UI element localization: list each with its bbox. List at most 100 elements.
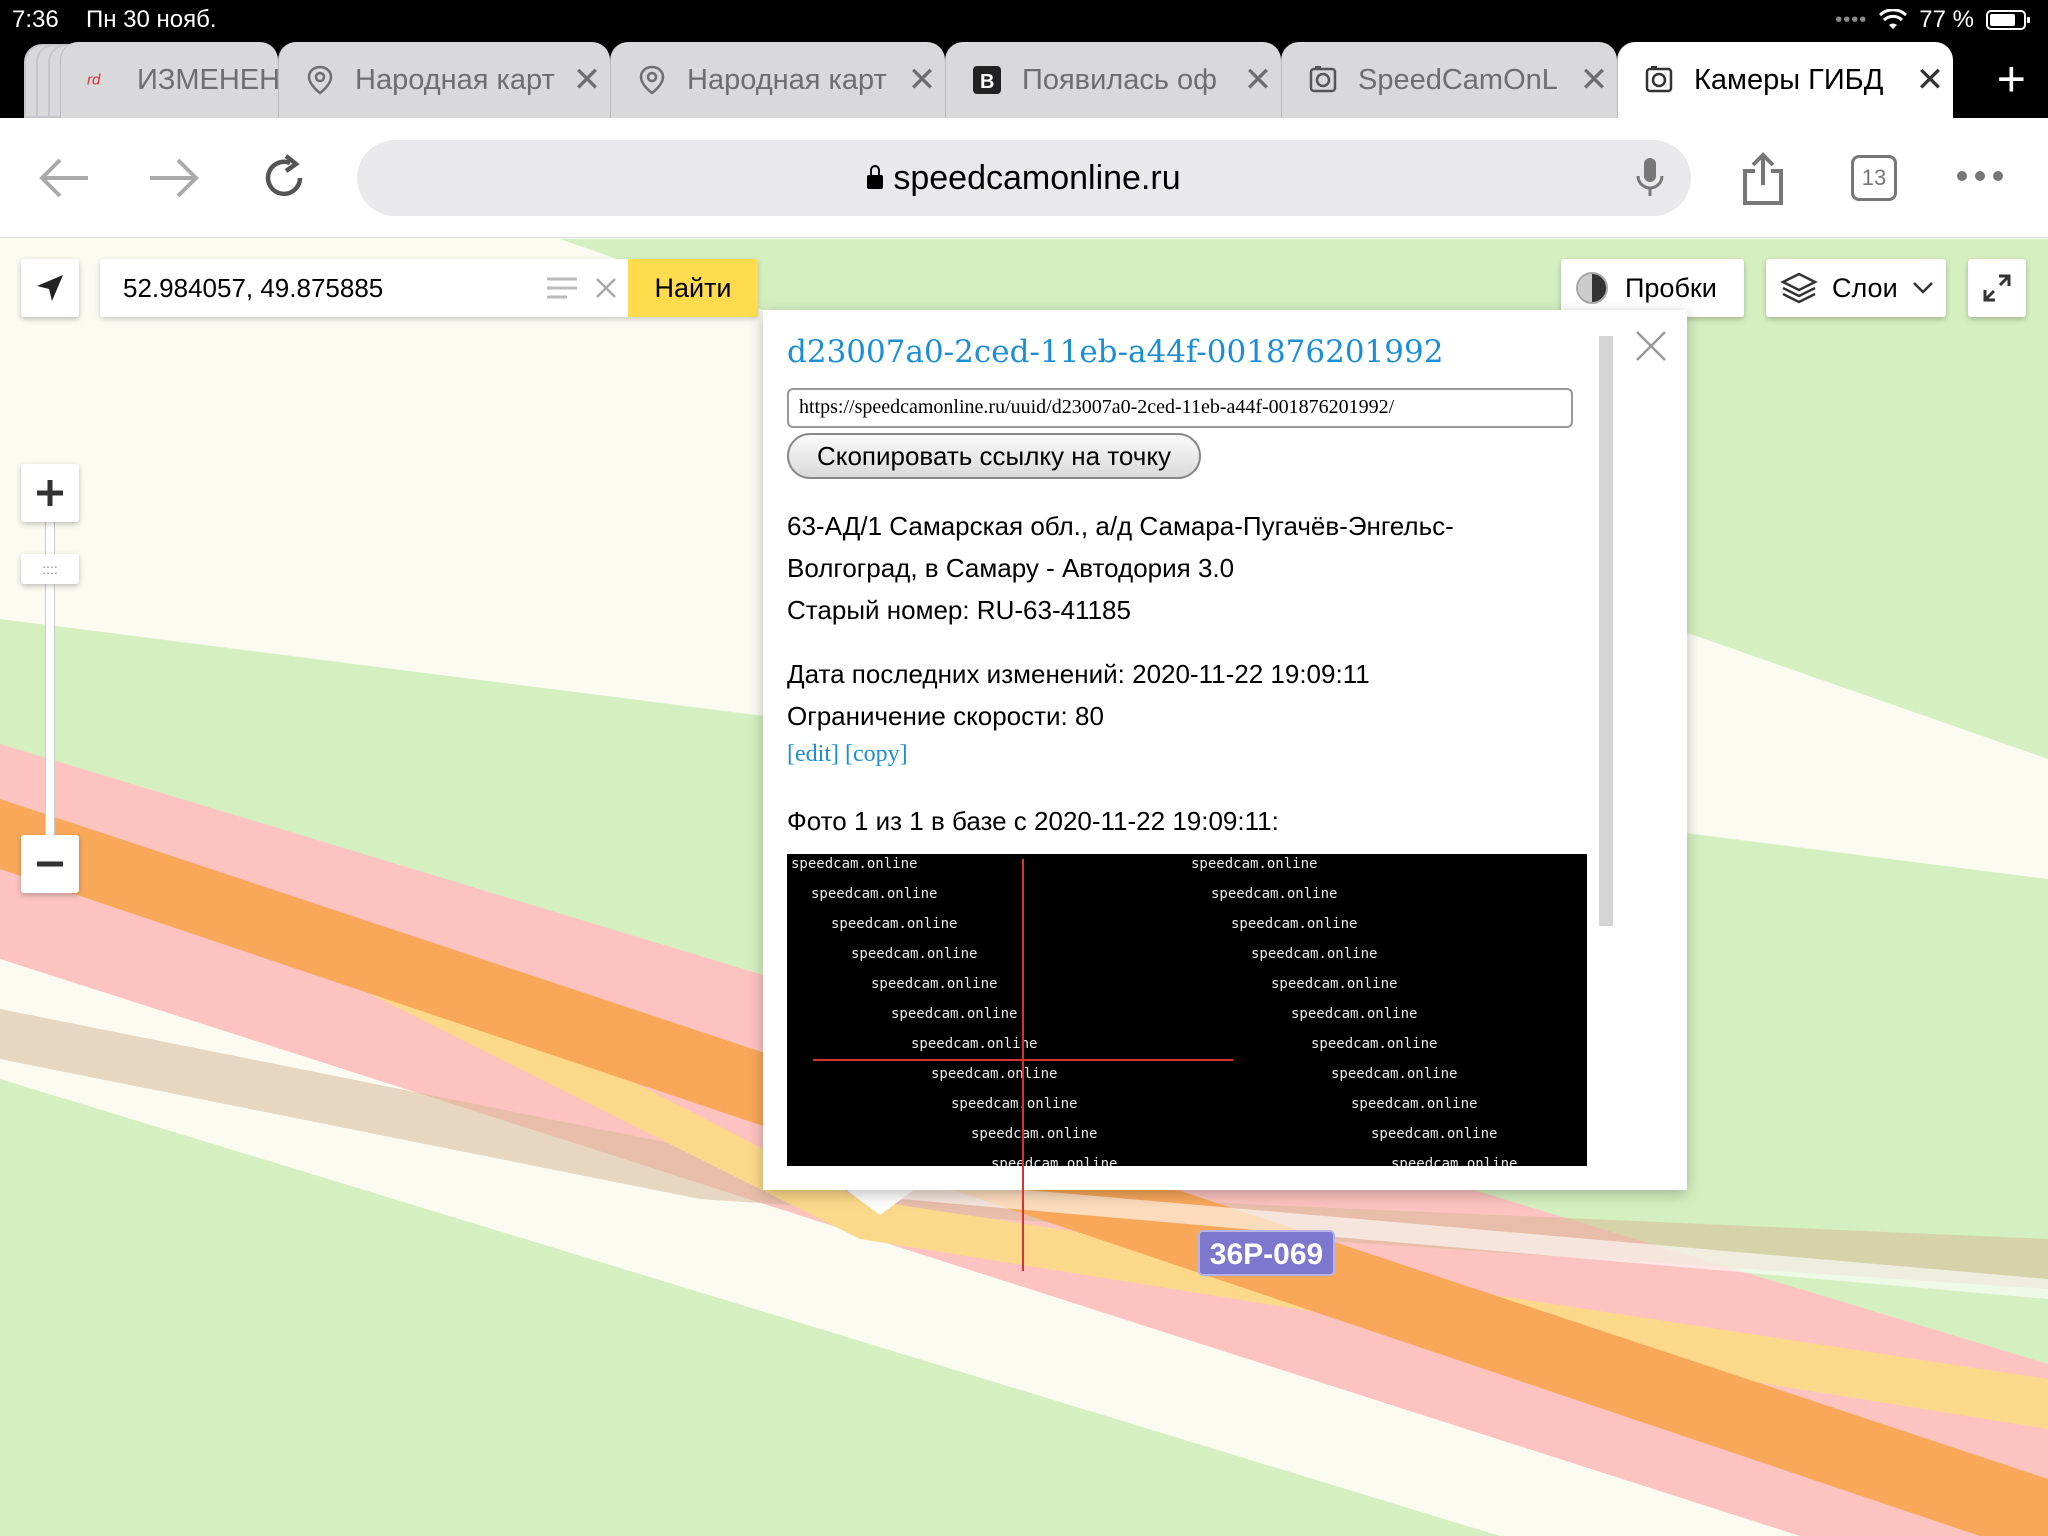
photo-watermark: speedcam.online bbox=[791, 856, 918, 872]
status-date: Пн 30 нояб. bbox=[86, 6, 217, 33]
microphone-icon[interactable] bbox=[1635, 156, 1665, 200]
share-icon bbox=[1743, 152, 1783, 205]
balloon-scrollbar[interactable] bbox=[1599, 336, 1613, 926]
description-line: 63-АД/1 Самарская обл., а/д Самара-Пугач… bbox=[787, 511, 1454, 541]
tab-label: Камеры ГИБД bbox=[1694, 63, 1884, 96]
address-url: speedcamonline.ru bbox=[893, 158, 1181, 197]
camera-url-field[interactable]: https://speedcamonline.ru/uuid/d23007a0-… bbox=[787, 388, 1573, 428]
location-pin-icon bbox=[305, 65, 335, 95]
navigation-bar: speedcamonline.ru 13 bbox=[0, 118, 2048, 238]
more-menu-button[interactable] bbox=[1957, 171, 2003, 181]
rd-logo-icon: rd bbox=[87, 65, 117, 95]
speed-limit: Ограничение скорости: 80 bbox=[787, 701, 1104, 731]
photo-watermark: speedcam.online bbox=[1371, 1126, 1498, 1142]
photo-watermark: speedcam.online bbox=[871, 976, 998, 992]
tab-count-button[interactable]: 13 bbox=[1851, 155, 1897, 201]
tab-label: Появилась оф bbox=[1022, 63, 1217, 96]
camera-details: Дата последних изменений: 2020-11-22 19:… bbox=[787, 653, 1587, 737]
location-arrow-icon bbox=[37, 275, 63, 301]
tab-close-icon[interactable]: ✕ bbox=[1235, 60, 1281, 100]
svg-text:rd: rd bbox=[87, 72, 101, 89]
copy-link-button[interactable]: Скопировать ссылку на точку bbox=[787, 433, 1202, 479]
svg-text:B: B bbox=[980, 71, 994, 93]
crosshair-vertical bbox=[1022, 859, 1024, 1271]
photo-watermark: speedcam.online bbox=[931, 1066, 1058, 1082]
tab-close-icon[interactable]: ✕ bbox=[564, 60, 610, 100]
status-bar: 7:36 Пн 30 нояб. •••• 77 % bbox=[0, 0, 2048, 40]
battery-icon bbox=[1986, 10, 2030, 30]
traffic-icon bbox=[1576, 272, 1608, 304]
search-input[interactable]: 52.984057, 49.875885 bbox=[100, 273, 540, 304]
road-label: 36Р-069 bbox=[1198, 1230, 1335, 1276]
map-area[interactable]: 52.984057, 49.875885 Найти Пробки Слои :… bbox=[0, 239, 2048, 1536]
tab-label: SpeedCamOnL bbox=[1358, 63, 1558, 96]
chevron-down-icon bbox=[1912, 282, 1933, 294]
status-right: •••• 77 % bbox=[1835, 6, 2030, 34]
tab-izmenen[interactable]: rd ИЗМЕНЕН bbox=[60, 42, 278, 118]
tab-kamery-gibdd[interactable]: Камеры ГИБД ✕ bbox=[1617, 42, 1953, 118]
tab-bar: rd ИЗМЕНЕН Народная карт ✕ Народная карт… bbox=[0, 40, 2048, 118]
photo-watermark: speedcam.online bbox=[1211, 886, 1338, 902]
action-links: [edit] [copy] bbox=[787, 741, 1587, 768]
camera-uuid-link[interactable]: d23007a0-2ced-11eb-a44f-001876201992 bbox=[787, 334, 1587, 370]
traffic-button[interactable]: Пробки bbox=[1561, 259, 1744, 317]
forward-arrow-icon bbox=[150, 158, 199, 198]
menu-lines-icon[interactable] bbox=[540, 277, 584, 299]
tab-poyavilas[interactable]: B Появилась оф ✕ bbox=[945, 42, 1281, 118]
traffic-label: Пробки bbox=[1625, 272, 1717, 303]
tab-speedcamonline[interactable]: SpeedCamOnL ✕ bbox=[1281, 42, 1617, 118]
crosshair-horizontal bbox=[813, 1059, 1233, 1061]
last-modified: Дата последних изменений: 2020-11-22 19:… bbox=[787, 659, 1370, 689]
share-button[interactable] bbox=[1733, 148, 1793, 208]
zoom-handle[interactable]: :::: bbox=[21, 554, 79, 584]
address-bar[interactable]: speedcamonline.ru bbox=[357, 140, 1691, 216]
tab-narodnaya-karta-1[interactable]: Народная карт ✕ bbox=[278, 42, 610, 118]
description-line: Волгоград, в Самару - Автодория 3.0 bbox=[787, 553, 1235, 583]
tab-close-icon[interactable]: ✕ bbox=[1907, 60, 1953, 100]
photo-watermark: speedcam.online bbox=[811, 886, 938, 902]
zoom-in-button[interactable] bbox=[21, 464, 79, 522]
fullscreen-button[interactable] bbox=[1968, 259, 2026, 317]
reload-button[interactable] bbox=[254, 148, 314, 208]
photo-watermark: speedcam.online bbox=[851, 946, 978, 962]
tab-close-icon[interactable]: ✕ bbox=[1571, 60, 1617, 100]
photo-watermark: speedcam.online bbox=[911, 1036, 1038, 1052]
layers-label: Слои bbox=[1832, 272, 1898, 303]
plus-icon bbox=[37, 480, 63, 506]
search-button[interactable]: Найти bbox=[628, 259, 758, 317]
camera-photo: speedcam.online speedcam.online speedcam.o… bbox=[787, 854, 1587, 1166]
forward-button[interactable] bbox=[144, 148, 204, 208]
battery-percent: 77 % bbox=[1919, 6, 1974, 33]
status-time: 7:36 bbox=[12, 6, 59, 33]
photo-watermark: speedcam.online bbox=[1391, 1156, 1518, 1166]
photo-watermark: speedcam.online bbox=[1291, 1006, 1418, 1022]
expand-icon bbox=[1983, 274, 2011, 302]
photo-watermark: speedcam.online bbox=[1331, 1066, 1458, 1082]
balloon-tail bbox=[845, 1189, 915, 1215]
layers-button[interactable]: Слои bbox=[1766, 259, 1946, 317]
geolocation-button[interactable] bbox=[21, 259, 79, 317]
zoom-out-button[interactable] bbox=[21, 835, 79, 893]
back-button[interactable] bbox=[34, 148, 94, 208]
photo-watermark: speedcam.online bbox=[1351, 1096, 1478, 1112]
photo-watermark: speedcam.online bbox=[951, 1096, 1078, 1112]
tab-close-icon[interactable]: ✕ bbox=[899, 60, 945, 100]
balloon-content: d23007a0-2ced-11eb-a44f-001876201992 htt… bbox=[787, 334, 1587, 837]
b-logo-icon: B bbox=[972, 65, 1002, 95]
photo-watermark: speedcam.online bbox=[1311, 1036, 1438, 1052]
photo-watermark: speedcam.online bbox=[1251, 946, 1378, 962]
photo-caption: Фото 1 из 1 в базе с 2020-11-22 19:09:11… bbox=[787, 806, 1279, 836]
photo-watermark: speedcam.online bbox=[1271, 976, 1398, 992]
new-tab-button[interactable]: + bbox=[1997, 54, 2026, 104]
location-pin-icon bbox=[637, 65, 667, 95]
clear-icon[interactable] bbox=[584, 277, 628, 299]
copy-point-link[interactable]: [copy] bbox=[845, 741, 908, 767]
wifi-icon bbox=[1879, 9, 1908, 29]
minus-icon bbox=[37, 861, 63, 867]
photo-watermark: speedcam.online bbox=[971, 1126, 1098, 1142]
edit-link[interactable]: [edit] bbox=[787, 741, 839, 767]
camera-description: 63-АД/1 Самарская обл., а/д Самара-Пугач… bbox=[787, 505, 1587, 631]
close-icon[interactable] bbox=[1631, 326, 1671, 366]
tab-narodnaya-karta-2[interactable]: Народная карт ✕ bbox=[610, 42, 945, 118]
coordinate-search: 52.984057, 49.875885 Найти bbox=[100, 259, 758, 317]
